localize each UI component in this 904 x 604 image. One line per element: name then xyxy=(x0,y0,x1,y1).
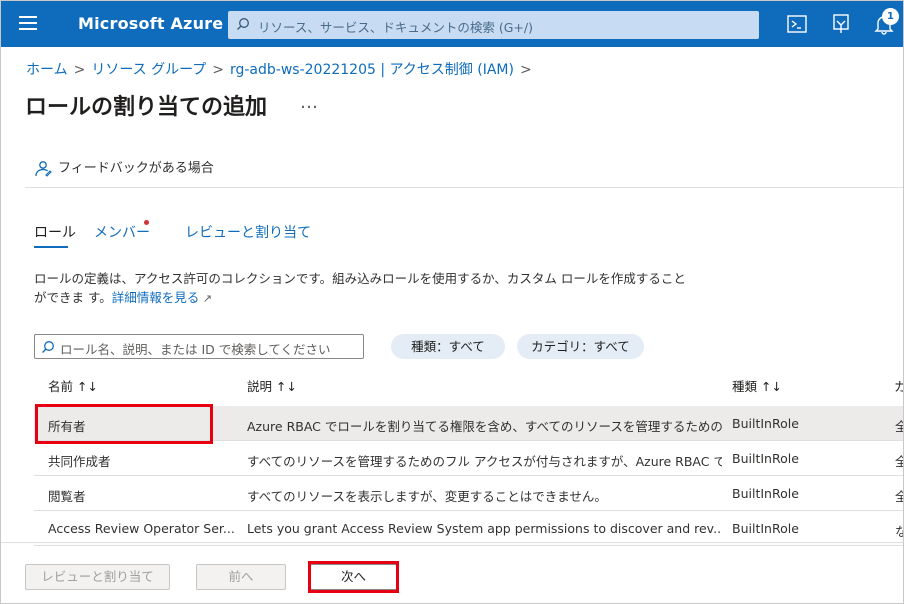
role-description-cell: すべてのリソースを表示しますが、変更することはできません。 xyxy=(247,489,607,504)
table-row[interactable]: 共同作成者 すべてのリソースを管理するためのフル アクセスが付与されますが、Az… xyxy=(34,441,903,476)
learn-more-link[interactable]: 詳細情報を見る xyxy=(112,290,200,305)
search-icon xyxy=(42,341,54,353)
owner-highlight-box xyxy=(35,404,213,444)
role-category: な xyxy=(895,521,903,540)
directory-filter-icon[interactable] xyxy=(830,13,852,35)
role-category: 全 xyxy=(895,486,903,505)
role-category: 全 xyxy=(895,416,903,435)
search-placeholder: リソース、サービス、ドキュメントの検索 (G+/) xyxy=(258,20,533,35)
azure-portal-window: Microsoft Azure リソース、サービス、ドキュメントの検索 (G+/… xyxy=(0,0,904,604)
role-type: BuiltInRole xyxy=(732,451,799,466)
next-highlight-box xyxy=(308,561,399,593)
role-description-cell: Azure RBAC でロールを割り当てる権限を含め、すべてのリソースを管理する… xyxy=(247,419,722,434)
review-assign-button[interactable]: レビューと割り当て xyxy=(25,564,170,590)
type-filter-pill[interactable]: 種類：すべて xyxy=(391,334,505,359)
tab-review-assign[interactable]: レビューと割り当て xyxy=(185,222,311,242)
table-row[interactable]: Access Review Operator Ser... Lets you g… xyxy=(34,511,903,546)
role-type: BuiltInRole xyxy=(732,486,799,501)
breadcrumb-resource-groups[interactable]: リソース グループ xyxy=(91,62,206,78)
role-name: 閲覧者 xyxy=(48,489,86,504)
global-search-input[interactable]: リソース、サービス、ドキュメントの検索 (G+/) xyxy=(228,11,759,39)
feedback-label: フィードバックがある場合 xyxy=(58,161,214,176)
column-header-description[interactable]: 説明 ↑↓ xyxy=(247,376,297,395)
tab-role[interactable]: ロール xyxy=(34,222,76,242)
role-description-cell: すべてのリソースを管理するためのフル アクセスが付与されますが、Azure RB… xyxy=(247,454,722,469)
footer-divider xyxy=(1,542,903,543)
column-header-name[interactable]: 名前 ↑↓ xyxy=(48,376,98,395)
column-header-type[interactable]: 種類 ↑↓ xyxy=(732,376,782,395)
role-name: 共同作成者 xyxy=(48,454,111,469)
divider xyxy=(25,187,903,188)
previous-button[interactable]: 前へ xyxy=(196,564,286,590)
more-options-icon[interactable]: … xyxy=(300,92,318,113)
role-description-cell: Lets you grant Access Review System app … xyxy=(247,521,722,536)
role-type: BuiltInRole xyxy=(732,416,799,431)
tab-members[interactable]: メンバー xyxy=(94,222,150,242)
active-tab-indicator xyxy=(34,246,68,248)
breadcrumb: ホーム > リソース グループ > rg-adb-ws-20221205 | アクセス制… xyxy=(26,59,538,79)
table-row[interactable]: 閲覧者 すべてのリソースを表示しますが、変更することはできません。 BuiltI… xyxy=(34,476,903,511)
role-search-placeholder: ロール名、説明、または ID で検索してください xyxy=(60,342,331,357)
category-filter-pill[interactable]: カテゴリ：すべて xyxy=(517,334,644,359)
notification-count-badge: 1 xyxy=(882,8,899,25)
breadcrumb-home[interactable]: ホーム xyxy=(26,62,68,78)
role-category: 全 xyxy=(895,451,903,470)
column-header-category[interactable]: カ xyxy=(894,376,903,395)
chevron-right-icon: > xyxy=(73,62,86,78)
cloud-shell-icon[interactable] xyxy=(786,13,808,35)
top-bar: Microsoft Azure リソース、サービス、ドキュメントの検索 (G+/… xyxy=(1,1,903,47)
chevron-right-icon: > xyxy=(519,62,532,78)
external-link-icon: ↗ xyxy=(199,292,212,305)
chevron-right-icon: > xyxy=(212,62,224,78)
brand-logo[interactable]: Microsoft Azure xyxy=(78,14,223,33)
role-type: BuiltInRole xyxy=(732,521,799,536)
breadcrumb-iam[interactable]: rg-adb-ws-20221205 | アクセス制御 (IAM) xyxy=(230,62,514,78)
hamburger-menu-icon[interactable] xyxy=(19,16,37,30)
feedback-link[interactable]: フィードバックがある場合 xyxy=(34,157,214,178)
role-description: ロールの定義は、アクセス許可のコレクションです。組み込みロールを使用するか、カス… xyxy=(34,269,694,308)
role-name: Access Review Operator Ser... xyxy=(48,521,235,536)
required-dot-icon xyxy=(144,220,149,225)
role-search-input[interactable]: ロール名、説明、または ID で検索してください xyxy=(34,334,364,359)
search-icon xyxy=(237,18,249,30)
feedback-person-icon xyxy=(35,160,52,177)
page-title: ロールの割り当ての追加 xyxy=(25,95,268,120)
